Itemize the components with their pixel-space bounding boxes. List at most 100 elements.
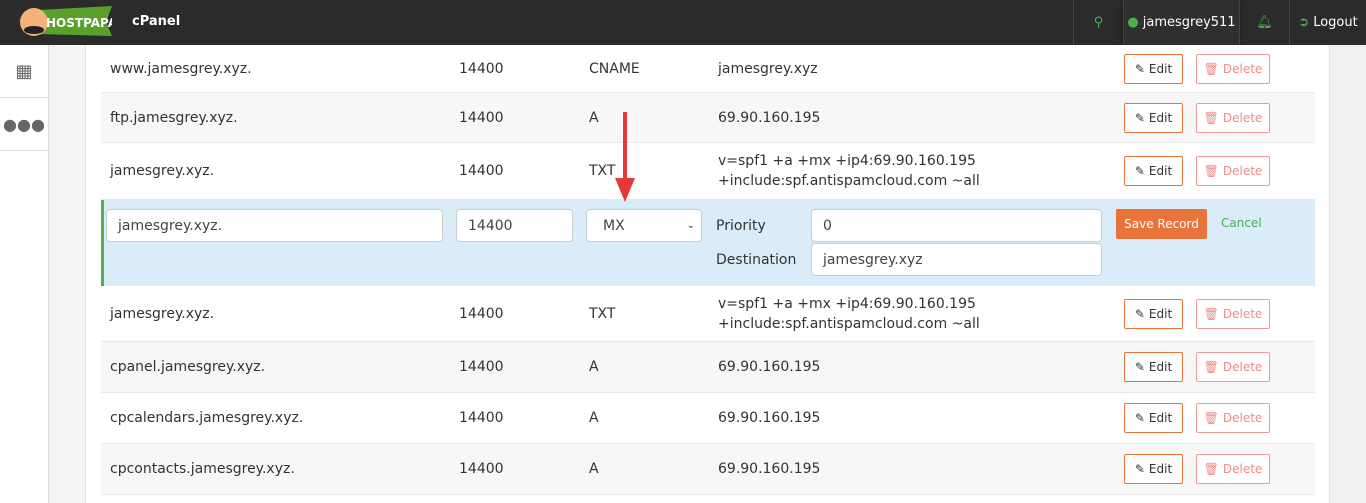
gutter	[50, 45, 86, 503]
sidebar: ▦ ●●●	[0, 45, 49, 503]
search-button[interactable]: ⚲	[1073, 0, 1123, 45]
record-type: TXT	[589, 163, 616, 179]
record-ttl: 14400	[459, 305, 504, 322]
type-value: MX	[603, 217, 625, 234]
table-row: ftp.jamesgrey.xyz. 14400 A 69.90.160.195 ✎ Ed…	[101, 93, 1315, 143]
logout-icon: ➲	[1298, 15, 1310, 30]
record-name: cpanel.jamesgrey.xyz.	[110, 359, 266, 375]
edit-button[interactable]: ✎ Edit	[1124, 53, 1183, 84]
record-ttl: 14400	[459, 359, 504, 375]
record-type: A	[589, 410, 599, 426]
record-name: www.jamesgrey.xyz.	[110, 60, 252, 77]
record-name: cpcalendars.jamesgrey.xyz.	[110, 410, 304, 426]
annotation-arrow-icon	[615, 112, 635, 202]
pencil-icon: ✎	[1134, 110, 1145, 125]
username: jamesgrey511	[1142, 15, 1236, 30]
table-row: jamesgrey.xyz. 14400 TXT v=spf1 +a +mx +ip4…	[101, 286, 1315, 342]
delete-label: Delete	[1222, 61, 1263, 76]
record-ttl: 14400	[459, 410, 504, 426]
pencil-icon: ✎	[1134, 306, 1145, 321]
edit-label: Edit	[1148, 110, 1173, 125]
delete-button[interactable]: 🗑︎ Delete	[1196, 102, 1270, 133]
table-row: cpanel.jamesgrey.xyz. 14400 A 69.90.160.195…	[101, 342, 1315, 393]
logout-button[interactable]: ➲ Logout	[1289, 0, 1366, 45]
edit-button[interactable]: ✎ Edit	[1124, 454, 1183, 484]
record-ttl: 14400	[459, 163, 504, 179]
edit-label: Edit	[1148, 306, 1173, 321]
pencil-icon: ✎	[1134, 164, 1145, 178]
table-row: jamesgrey.xyz. 14400 TXT v=spf1 +a +mx +ip4…	[101, 143, 1315, 200]
delete-label: Delete	[1222, 411, 1263, 425]
edit-button[interactable]: ✎ Edit	[1124, 298, 1183, 329]
app-title: cPanel	[132, 14, 181, 29]
user-icon: ●	[1127, 15, 1139, 30]
delete-button[interactable]: 🗑︎ Delete	[1196, 156, 1270, 186]
delete-label: Delete	[1222, 306, 1263, 321]
pencil-icon: ✎	[1134, 462, 1145, 476]
type-select[interactable]: MX ⌄	[586, 209, 702, 242]
top-bar: HOSTPAPA cPanel ⚲ ● jamesgrey511 🔔︎ ➲ Logo…	[0, 0, 1366, 45]
trash-icon: 🗑︎	[1203, 61, 1219, 76]
delete-label: Delete	[1222, 360, 1263, 374]
priority-label: Priority	[716, 218, 766, 234]
trash-icon: 🗑︎	[1203, 110, 1219, 125]
pencil-icon: ✎	[1134, 360, 1145, 374]
edit-label: Edit	[1148, 360, 1173, 374]
delete-button[interactable]: 🗑︎ Delete	[1196, 454, 1270, 484]
record-record: v=spf1 +a +mx +ip4:69.90.160.195 +includ…	[718, 295, 980, 332]
trash-icon: 🗑︎	[1203, 360, 1219, 374]
table-row: cpcontacts.jamesgrey.xyz. 14400 A 69.90.160…	[101, 444, 1315, 495]
destination-label: Destination	[716, 252, 797, 268]
record-ttl: 14400	[459, 109, 504, 126]
record-record: v=spf1 +a +mx +ip4:69.90.160.195 +includ…	[718, 153, 980, 189]
edit-button[interactable]: ✎ Edit	[1124, 403, 1183, 433]
ttl-input[interactable]: 14400	[456, 209, 573, 242]
table-row: www.jamesgrey.xyz. 14400 CNAME jamesgrey.xy…	[101, 45, 1315, 93]
bell-icon: 🔔︎	[1256, 15, 1273, 30]
logout-label: Logout	[1313, 15, 1358, 30]
record-record: 69.90.160.195	[718, 359, 821, 375]
delete-button[interactable]: 🗑︎ Delete	[1196, 53, 1270, 84]
search-icon: ⚲	[1093, 15, 1104, 30]
edit-label: Edit	[1148, 462, 1173, 476]
edit-label: Edit	[1148, 164, 1173, 178]
edit-record-row: jamesgrey.xyz. 14400 MX ⌄ Priority 0 Dest…	[101, 200, 1315, 286]
delete-button[interactable]: 🗑︎ Delete	[1196, 298, 1270, 329]
record-ttl: 14400	[459, 461, 504, 477]
pencil-icon: ✎	[1134, 411, 1145, 425]
record-name: cpcontacts.jamesgrey.xyz.	[110, 461, 295, 477]
edit-button[interactable]: ✎ Edit	[1124, 156, 1183, 186]
delete-label: Delete	[1222, 110, 1263, 125]
cancel-link[interactable]: Cancel	[1221, 216, 1262, 230]
edit-label: Edit	[1148, 61, 1173, 76]
name-input[interactable]: jamesgrey.xyz.	[106, 209, 443, 242]
trash-icon: 🗑︎	[1203, 164, 1219, 178]
record-type: A	[589, 109, 599, 126]
record-name: jamesgrey.xyz.	[110, 163, 215, 179]
record-type: A	[589, 359, 599, 375]
priority-input[interactable]: 0	[811, 209, 1102, 242]
delete-label: Delete	[1222, 462, 1263, 476]
svg-text:HOSTPAPA: HOSTPAPA	[46, 16, 112, 30]
record-ttl: 14400	[459, 60, 504, 77]
record-record: 69.90.160.195	[718, 461, 821, 477]
sidebar-item-users[interactable]: ●●●	[0, 98, 48, 151]
record-record: 69.90.160.195	[718, 109, 821, 126]
record-type: CNAME	[589, 60, 640, 77]
destination-input[interactable]: jamesgrey.xyz	[811, 243, 1102, 276]
save-record-button[interactable]: Save Record	[1116, 209, 1207, 239]
user-menu[interactable]: ● jamesgrey511	[1123, 0, 1239, 45]
delete-label: Delete	[1222, 164, 1263, 178]
hostpapa-logo[interactable]: HOSTPAPA	[16, 4, 112, 40]
edit-label: Edit	[1148, 411, 1173, 425]
edit-button[interactable]: ✎ Edit	[1124, 352, 1183, 382]
delete-button[interactable]: 🗑︎ Delete	[1196, 403, 1270, 433]
notifications-button[interactable]: 🔔︎	[1239, 0, 1289, 45]
sidebar-item-home[interactable]: ▦	[0, 45, 48, 98]
trash-icon: 🗑︎	[1203, 462, 1219, 476]
edit-button[interactable]: ✎ Edit	[1124, 102, 1183, 133]
trash-icon: 🗑︎	[1203, 306, 1219, 321]
delete-button[interactable]: 🗑︎ Delete	[1196, 352, 1270, 382]
table-row: cpcalendars.jamesgrey.xyz. 14400 A 69.90.16…	[101, 393, 1315, 444]
trash-icon: 🗑︎	[1203, 411, 1219, 425]
